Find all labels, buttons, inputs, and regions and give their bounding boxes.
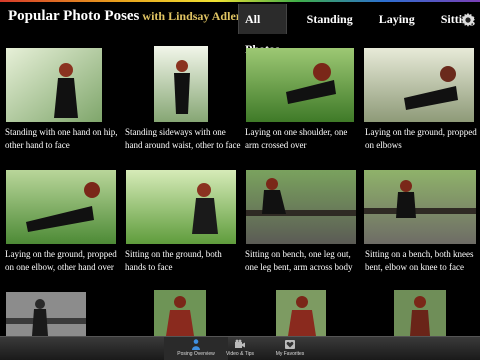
- photo-thumbnail[interactable]: [6, 292, 86, 336]
- photo-caption: Sitting on bench, one leg out, one leg b…: [245, 249, 353, 272]
- photo-thumbnail[interactable]: [394, 290, 446, 336]
- photo-caption: Standing sideways with one hand around w…: [125, 127, 241, 150]
- photo-caption: Sitting on a bench, both knees bent, elb…: [365, 249, 474, 272]
- photo-thumbnail[interactable]: [364, 48, 474, 122]
- header-bar: Popular Photo Poses with Lindsay Adler Al…: [0, 2, 480, 56]
- photo-caption: Standing with one hand on hip, other han…: [5, 127, 118, 150]
- photo-thumbnail[interactable]: [6, 48, 102, 122]
- app-title: Popular Photo Poses with Lindsay Adler: [8, 8, 242, 24]
- bottom-tab-label: My Favorites: [275, 351, 305, 357]
- photo-caption: Laying on one shoulder, one arm crossed …: [245, 127, 348, 150]
- tab-all-photos[interactable]: All Photos: [238, 4, 287, 56]
- gear-icon[interactable]: [460, 12, 476, 28]
- photo-thumbnail[interactable]: [364, 170, 476, 244]
- photo-thumbnail[interactable]: [154, 46, 208, 122]
- photo-thumbnail[interactable]: [126, 170, 236, 244]
- video-camera-icon: [235, 339, 245, 348]
- app-subtitle: with Lindsay Adler: [142, 9, 242, 23]
- tab-laying[interactable]: Laying: [373, 4, 421, 34]
- photo-caption: Laying on the ground, propped on elbows: [365, 127, 477, 150]
- tab-bar: All Photos Standing Laying Sitting: [238, 4, 480, 56]
- bottom-tab-my-favorites[interactable]: My Favorites: [258, 337, 322, 360]
- photo-caption: Laying on the ground, propped on one elb…: [5, 249, 117, 272]
- heart-icon: [285, 340, 295, 349]
- photo-grid: Standing with one hand on hip, other han…: [0, 36, 480, 336]
- photo-thumbnail[interactable]: [154, 290, 206, 336]
- bottom-tab-bar: Posing Overview Video & Tips My Favorite…: [0, 336, 480, 360]
- photo-caption: Sitting on the ground, both hands to fac…: [125, 249, 222, 272]
- photo-thumbnail[interactable]: [276, 290, 326, 336]
- photo-thumbnail[interactable]: [246, 170, 356, 244]
- photo-thumbnail[interactable]: [6, 170, 116, 244]
- person-icon: [192, 339, 200, 350]
- photo-thumbnail[interactable]: [246, 48, 354, 122]
- tab-standing[interactable]: Standing: [301, 4, 359, 34]
